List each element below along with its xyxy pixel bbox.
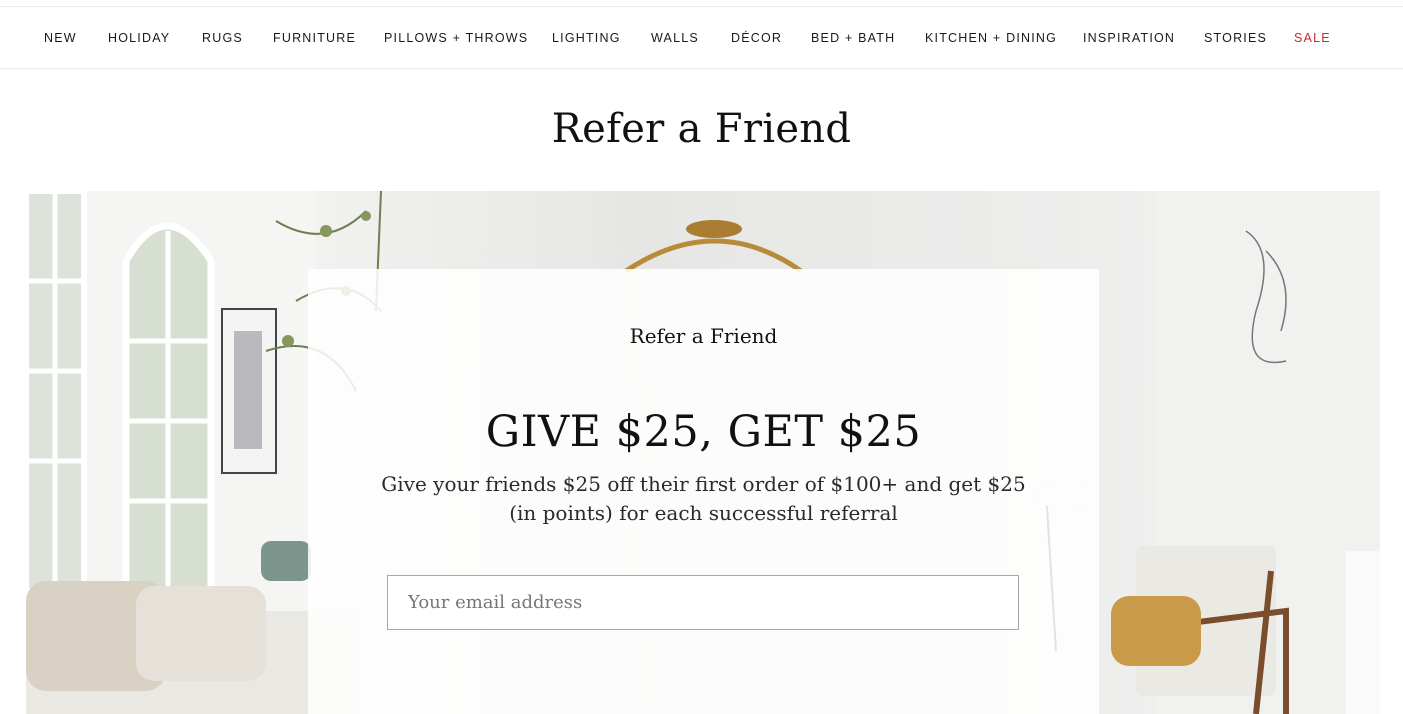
nav-item-pillows-throws[interactable]: PILLOWS + THROWS xyxy=(384,31,528,45)
referral-eyebrow: Refer a Friend xyxy=(629,324,778,348)
nav-item-lighting[interactable]: LIGHTING xyxy=(552,31,621,45)
main-navigation: NEW HOLIDAY RUGS FURNITURE PILLOWS + THR… xyxy=(0,7,1403,69)
nav-item-decor[interactable]: DÉCOR xyxy=(731,31,782,45)
nav-item-holiday[interactable]: HOLIDAY xyxy=(108,31,170,45)
referral-headline: GIVE $25, GET $25 xyxy=(485,407,922,457)
referral-description: Give your friends $25 off their first or… xyxy=(381,472,1026,525)
nav-item-furniture[interactable]: FURNITURE xyxy=(273,31,356,45)
nav-item-inspiration[interactable]: INSPIRATION xyxy=(1083,31,1175,45)
nav-item-sale[interactable]: SALE xyxy=(1294,31,1331,45)
nav-item-rugs[interactable]: RUGS xyxy=(202,31,243,45)
email-input[interactable] xyxy=(387,575,1019,630)
nav-item-walls[interactable]: WALLS xyxy=(651,31,699,45)
nav-item-bed-bath[interactable]: BED + BATH xyxy=(811,31,895,45)
page-title: Refer a Friend xyxy=(551,106,852,152)
nav-item-new[interactable]: NEW xyxy=(44,31,77,45)
nav-item-stories[interactable]: STORIES xyxy=(1204,31,1267,45)
nav-item-kitchen-dining[interactable]: KITCHEN + DINING xyxy=(925,31,1057,45)
